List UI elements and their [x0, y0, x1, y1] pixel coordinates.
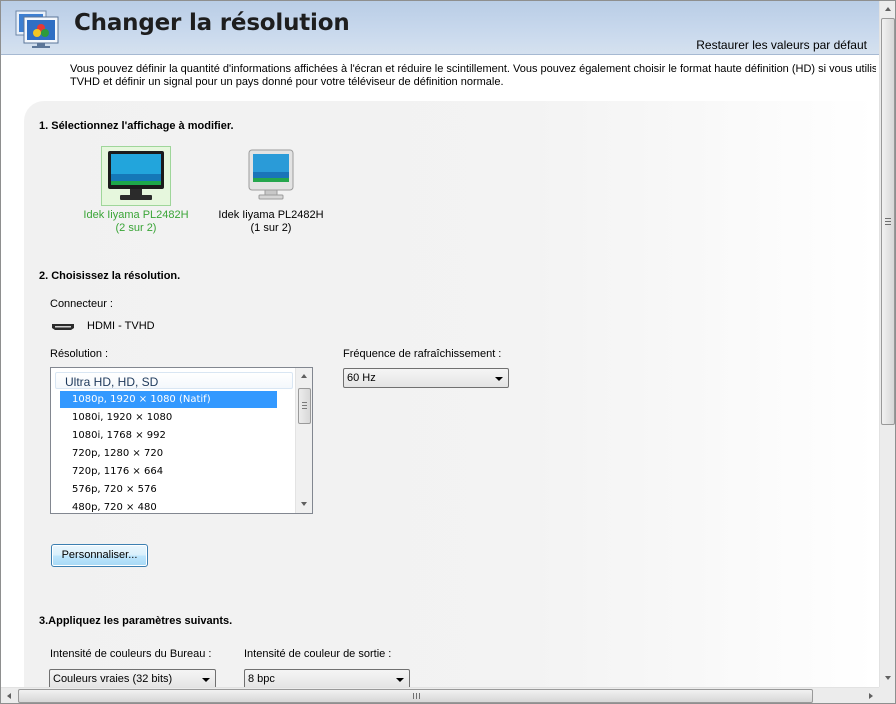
list-item[interactable]: 1080p, 1920 × 1080 (Natif): [60, 391, 277, 408]
chevron-down-icon: [396, 678, 404, 682]
intro-text: Vous pouvez définir la quantité d'inform…: [70, 63, 876, 89]
list-item[interactable]: 576p, 720 × 576: [60, 481, 277, 498]
list-group-header: Ultra HD, HD, SD: [55, 372, 293, 389]
connector-label: Connecteur :: [50, 298, 113, 310]
scroll-down-button[interactable]: [296, 496, 312, 513]
scroll-thumb[interactable]: [298, 388, 311, 424]
chevron-left-icon: [7, 693, 11, 699]
chevron-up-icon: [885, 7, 891, 11]
scroll-up-button[interactable]: [880, 1, 895, 18]
monitor-1-of-2[interactable]: Idek Iiyama PL2482H (1 sur 2): [211, 146, 331, 235]
refresh-rate-select[interactable]: 60 Hz: [343, 368, 509, 388]
scroll-right-button[interactable]: [862, 688, 879, 703]
monitor-index: (1 sur 2): [250, 222, 292, 234]
list-item[interactable]: 720p, 1280 × 720: [60, 445, 277, 462]
output-color-depth-select[interactable]: 8 bpc: [244, 669, 410, 689]
hdmi-connector-icon: [51, 321, 75, 330]
list-item[interactable]: 1080i, 1920 × 1080: [60, 409, 277, 426]
horizontal-scrollbar[interactable]: [1, 687, 879, 703]
output-color-depth-label: Intensité de couleur de sortie :: [244, 648, 392, 660]
list-item[interactable]: 720p, 1176 × 664: [60, 463, 277, 480]
group-label: Ultra HD, HD, SD: [65, 375, 159, 389]
customize-button[interactable]: Personnaliser...: [51, 544, 148, 567]
step3-title: 3.Appliquez les paramètres suivants.: [39, 615, 233, 627]
monitor-name: Idek Iiyama PL2482H: [218, 209, 324, 221]
refresh-rate-value: 60 Hz: [347, 372, 376, 384]
chevron-right-icon: [869, 693, 873, 699]
page-title: Changer la résolution: [74, 10, 350, 36]
monitor-index: (2 sur 2): [115, 222, 157, 234]
step1-title: 1. Sélectionnez l'affichage à modifier.: [39, 120, 234, 132]
resolution-label: Résolution :: [50, 348, 109, 360]
list-item[interactable]: 480p, 720 × 480: [60, 499, 277, 513]
scroll-left-button[interactable]: [1, 688, 18, 703]
connector-value: HDMI - TVHD: [87, 320, 155, 332]
vertical-scrollbar[interactable]: [879, 1, 895, 687]
chevron-down-icon: [202, 678, 210, 682]
scroll-up-button[interactable]: [296, 368, 312, 385]
chevron-down-icon: [495, 377, 503, 381]
monitor-name: Idek Iiyama PL2482H: [83, 209, 189, 221]
monitor-icon: [108, 151, 164, 200]
window: Changer la résolution Restaurer les vale…: [0, 0, 896, 704]
desktop-color-depth-select[interactable]: Couleurs vraies (32 bits): [49, 669, 216, 689]
header-banner: Changer la résolution Restaurer les vale…: [1, 1, 879, 55]
display-settings-icon: [15, 9, 63, 49]
resolution-list[interactable]: Ultra HD, HD, SD 1080p, 1920 × 1080 (Nat…: [50, 367, 313, 514]
desktop-color-depth-value: Couleurs vraies (32 bits): [53, 673, 173, 685]
step2-title: 2. Choisissez la résolution.: [39, 270, 181, 282]
intro-line-1: Vous pouvez définir la quantité d'inform…: [70, 63, 876, 75]
vertical-scroll-thumb[interactable]: [881, 18, 895, 425]
restore-defaults-link[interactable]: Restaurer les valeurs par défaut: [696, 38, 867, 52]
refresh-rate-label: Fréquence de rafraîchissement :: [343, 348, 502, 360]
scrollbar-corner: [879, 687, 895, 703]
monitor-2-of-2[interactable]: Idek Iiyama PL2482H (2 sur 2): [71, 146, 201, 235]
chevron-down-icon: [885, 676, 891, 680]
chevron-up-icon: [301, 374, 307, 378]
resolution-list-scrollbar[interactable]: [295, 368, 312, 513]
intro-line-2: TVHD et définir un signal pour un pays d…: [70, 76, 504, 88]
monitor-icon: [248, 149, 294, 200]
scroll-down-button[interactable]: [880, 670, 895, 687]
output-color-depth-value: 8 bpc: [248, 673, 275, 685]
desktop-color-depth-label: Intensité de couleurs du Bureau :: [50, 648, 212, 660]
chevron-down-icon: [301, 502, 307, 506]
horizontal-scroll-thumb[interactable]: [18, 689, 813, 703]
list-item[interactable]: 1080i, 1768 × 992: [60, 427, 277, 444]
